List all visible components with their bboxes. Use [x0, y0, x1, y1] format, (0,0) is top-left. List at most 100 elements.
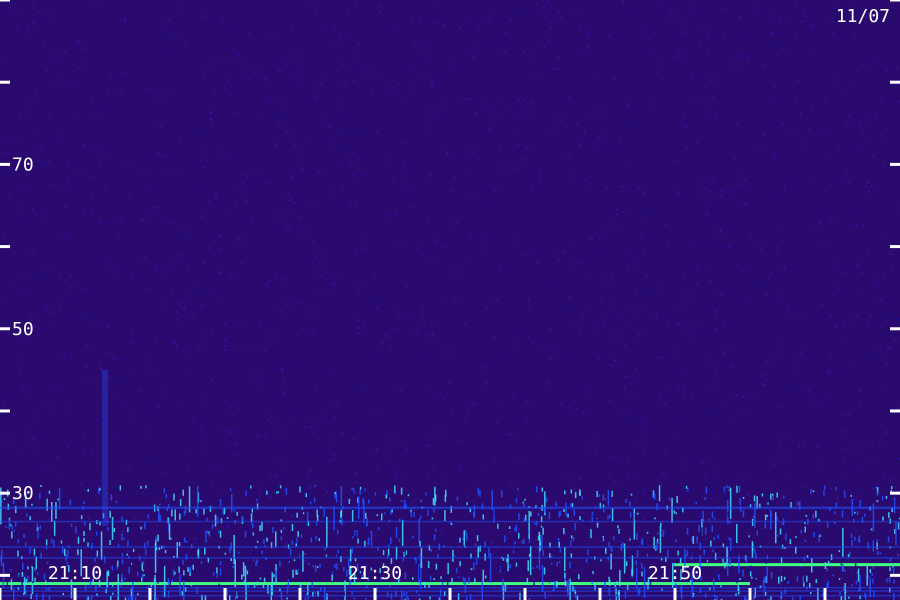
- noise-band-streak: [509, 564, 511, 569]
- noise-speck: [628, 208, 631, 211]
- noise-speck: [179, 305, 182, 308]
- noise-speck: [822, 504, 825, 507]
- noise-band-streak: [783, 576, 786, 580]
- noise-speck: [724, 375, 727, 377]
- noise-band-streak: [334, 492, 336, 495]
- noise-speck: [235, 444, 238, 447]
- noise-speck: [889, 347, 891, 350]
- noise-speck: [673, 223, 675, 226]
- noise-speck: [245, 199, 248, 202]
- noise-speck: [618, 137, 621, 140]
- noise-speck: [405, 285, 408, 288]
- noise-speck: [169, 38, 172, 40]
- noise-speck: [234, 462, 237, 464]
- noise-speck: [201, 148, 204, 151]
- noise-speck: [22, 549, 25, 552]
- noise-speck: [841, 371, 844, 374]
- noise-speck: [741, 35, 744, 38]
- noise-speck: [868, 351, 871, 354]
- noise-band-streak: [537, 513, 540, 516]
- noise-speck: [506, 537, 509, 540]
- noise-speck: [684, 120, 687, 123]
- noise-band-streak: [888, 512, 890, 519]
- noise-band-streak: [48, 490, 51, 494]
- noise-speck: [699, 44, 702, 47]
- noise-speck: [120, 476, 123, 479]
- noise-speck: [526, 401, 529, 403]
- noise-speck: [32, 437, 35, 440]
- noise-speck: [504, 17, 507, 20]
- noise-speck: [773, 128, 775, 131]
- noise-speck: [490, 542, 493, 544]
- noise-speck: [737, 184, 739, 187]
- noise-band-streak: [484, 575, 487, 579]
- noise-speck: [83, 265, 85, 268]
- noise-speck: [461, 463, 464, 466]
- noise-speck: [677, 52, 680, 55]
- noise-band-streak: [112, 592, 114, 595]
- noise-speck: [78, 332, 81, 335]
- noise-speck: [608, 473, 611, 476]
- noise-speck: [263, 375, 266, 378]
- noise-speck: [550, 27, 552, 30]
- noise-band-streak: [322, 521, 325, 527]
- noise-band-streak: [698, 525, 700, 532]
- noise-speck: [44, 361, 47, 364]
- noise-speck: [178, 138, 181, 141]
- noise-band-streak: [69, 499, 72, 506]
- noise-band-streak: [711, 489, 714, 496]
- noise-speck: [743, 522, 746, 525]
- noise-speck: [505, 573, 508, 576]
- noise-speck: [264, 554, 267, 557]
- noise-speck: [366, 467, 369, 470]
- noise-speck: [507, 355, 509, 358]
- noise-speck: [241, 413, 244, 416]
- noise-band-streak: [120, 580, 123, 583]
- noise-speck: [867, 190, 870, 193]
- noise-band-streak: [781, 522, 783, 525]
- noise-speck: [863, 354, 866, 357]
- noise-speck: [335, 550, 337, 553]
- noise-speck: [307, 474, 310, 477]
- noise-speck: [75, 46, 78, 49]
- noise-speck: [796, 514, 799, 517]
- noise-band-streak: [604, 581, 606, 587]
- noise-speck: [838, 368, 840, 371]
- noise-speck: [881, 236, 884, 239]
- noise-speck: [293, 421, 295, 423]
- noise-band-streak: [437, 596, 439, 600]
- noise-band-streak: [178, 542, 181, 547]
- noise-band-streak: [179, 499, 182, 506]
- noise-speck: [188, 350, 191, 353]
- noise-speck: [712, 177, 715, 180]
- noise-speck: [220, 150, 222, 153]
- noise-band-streak: [333, 506, 335, 531]
- noise-speck: [422, 323, 425, 325]
- noise-speck: [43, 326, 46, 329]
- noise-band-streak: [163, 488, 166, 494]
- noise-speck: [279, 102, 281, 105]
- noise-speck: [872, 154, 875, 157]
- noise-speck: [787, 62, 790, 65]
- noise-band-streak: [512, 550, 515, 554]
- noise-band-streak: [587, 549, 589, 556]
- noise-band-streak: [600, 487, 603, 492]
- noise-speck: [852, 361, 855, 364]
- noise-band-streak: [351, 487, 353, 490]
- noise-band-streak: [533, 485, 535, 490]
- noise-speck: [704, 219, 707, 222]
- noise-speck: [168, 26, 170, 29]
- noise-band-streak: [267, 584, 269, 594]
- noise-band-streak: [196, 486, 199, 517]
- noise-speck: [200, 398, 203, 401]
- noise-speck: [326, 490, 329, 493]
- noise-speck: [106, 262, 109, 265]
- noise-speck: [476, 47, 479, 50]
- noise-speck: [50, 491, 53, 494]
- noise-band-streak: [391, 515, 394, 521]
- noise-speck: [714, 310, 716, 312]
- noise-speck: [203, 446, 206, 449]
- noise-speck: [301, 231, 304, 234]
- noise-speck: [133, 51, 136, 54]
- noise-speck: [714, 115, 717, 118]
